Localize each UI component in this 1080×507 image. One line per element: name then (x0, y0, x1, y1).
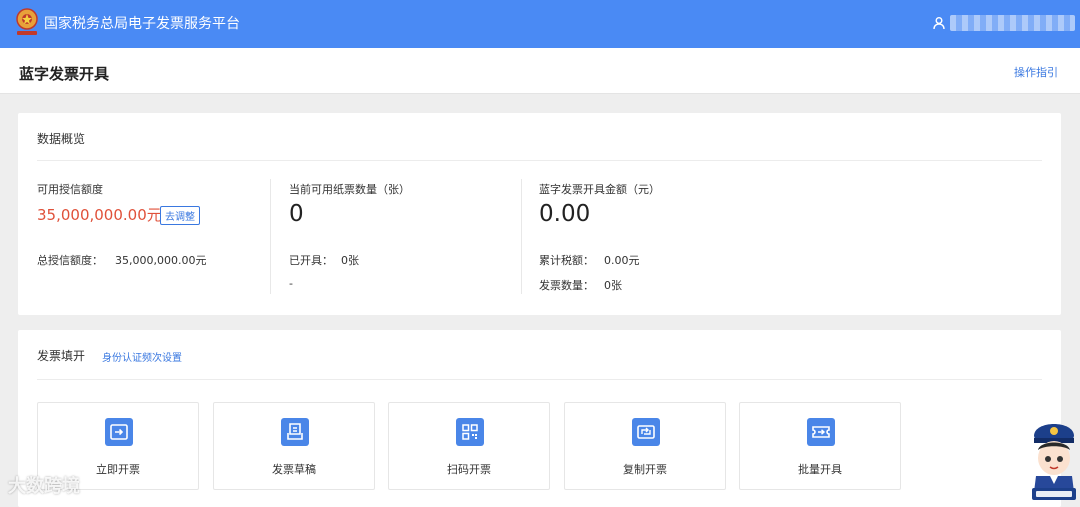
tax-total-label: 累计税额： (539, 254, 594, 267)
blue-amount-label: 蓝字发票开具金额（元） (539, 183, 660, 196)
paper-count-label: 当前可用纸票数量（张） (289, 183, 410, 196)
total-credit-value: 35,000,000.00元 (115, 254, 207, 267)
batch-issue-icon (807, 418, 835, 446)
tile-scan-issue[interactable]: 扫码开票 (388, 402, 550, 490)
divider (37, 379, 1042, 380)
page-title: 蓝字发票开具 (19, 65, 110, 83)
tile-label: 扫码开票 (447, 463, 491, 476)
tax-bureau-emblem-icon (16, 8, 38, 35)
paper-invoice-column: 当前可用纸票数量（张） 0 已开具： 0张 - (270, 179, 521, 294)
watermark: 大数跨境 (8, 476, 80, 497)
tile-label: 发票草稿 (272, 463, 316, 476)
blue-amount-value: 0.00 (539, 201, 591, 227)
data-overview-title: 数据概览 (37, 132, 86, 146)
platform-title: 国家税务总局电子发票服务平台 (44, 16, 240, 32)
issue-invoice-icon (105, 418, 133, 446)
user-name[interactable]: user (950, 15, 1075, 31)
divider (37, 160, 1042, 161)
top-bar: 国家税务总局电子发票服务平台 user (0, 0, 1080, 48)
paper-count-value: 0 (289, 201, 304, 227)
tax-total-value: 0.00元 (604, 254, 640, 267)
paper-dash: - (289, 277, 293, 290)
tile-invoice-draft[interactable]: 发票草稿 (213, 402, 375, 490)
identity-verification-settings-link[interactable]: 身份认证频次设置 (102, 349, 182, 364)
issued-label: 已开具： (289, 254, 333, 267)
tile-batch-issue[interactable]: 批量开具 (739, 402, 901, 490)
invoice-count-value: 0张 (604, 279, 622, 292)
credit-column: 可用授信额度 35,000,000.00元 去调整 总授信额度： 35,000,… (37, 179, 269, 294)
credit-amount: 35,000,000.00元 (37, 206, 162, 224)
invoice-fill-title: 发票填开 (37, 349, 86, 363)
tile-label: 批量开具 (798, 463, 842, 476)
invoice-fill-card: 发票填开 身份认证频次设置 立即开票 发票草稿 扫码开票 复制开票 批量开具 (18, 330, 1061, 507)
copy-invoice-icon (632, 418, 660, 446)
issued-value: 0张 (341, 254, 359, 267)
tile-label: 复制开票 (623, 463, 667, 476)
user-icon[interactable] (932, 16, 946, 30)
credit-label: 可用授信额度 (37, 183, 103, 196)
page-header: 蓝字发票开具 操作指引 (0, 48, 1080, 94)
operation-guide-link[interactable]: 操作指引 (1014, 64, 1058, 80)
invoice-draft-icon (281, 418, 309, 446)
blue-invoice-amount-column: 蓝字发票开具金额（元） 0.00 累计税额： 0.00元 发票数量： 0张 (521, 179, 781, 294)
tax-officer-mascot-icon[interactable] (1028, 414, 1080, 502)
adjust-credit-button[interactable]: 去调整 (160, 206, 200, 225)
data-overview-card: 数据概览 可用授信额度 35,000,000.00元 去调整 总授信额度： 35… (18, 113, 1061, 315)
qr-code-icon (456, 418, 484, 446)
invoice-count-label: 发票数量： (539, 279, 594, 292)
total-credit-label: 总授信额度： (37, 254, 103, 267)
tile-copy-issue[interactable]: 复制开票 (564, 402, 726, 490)
